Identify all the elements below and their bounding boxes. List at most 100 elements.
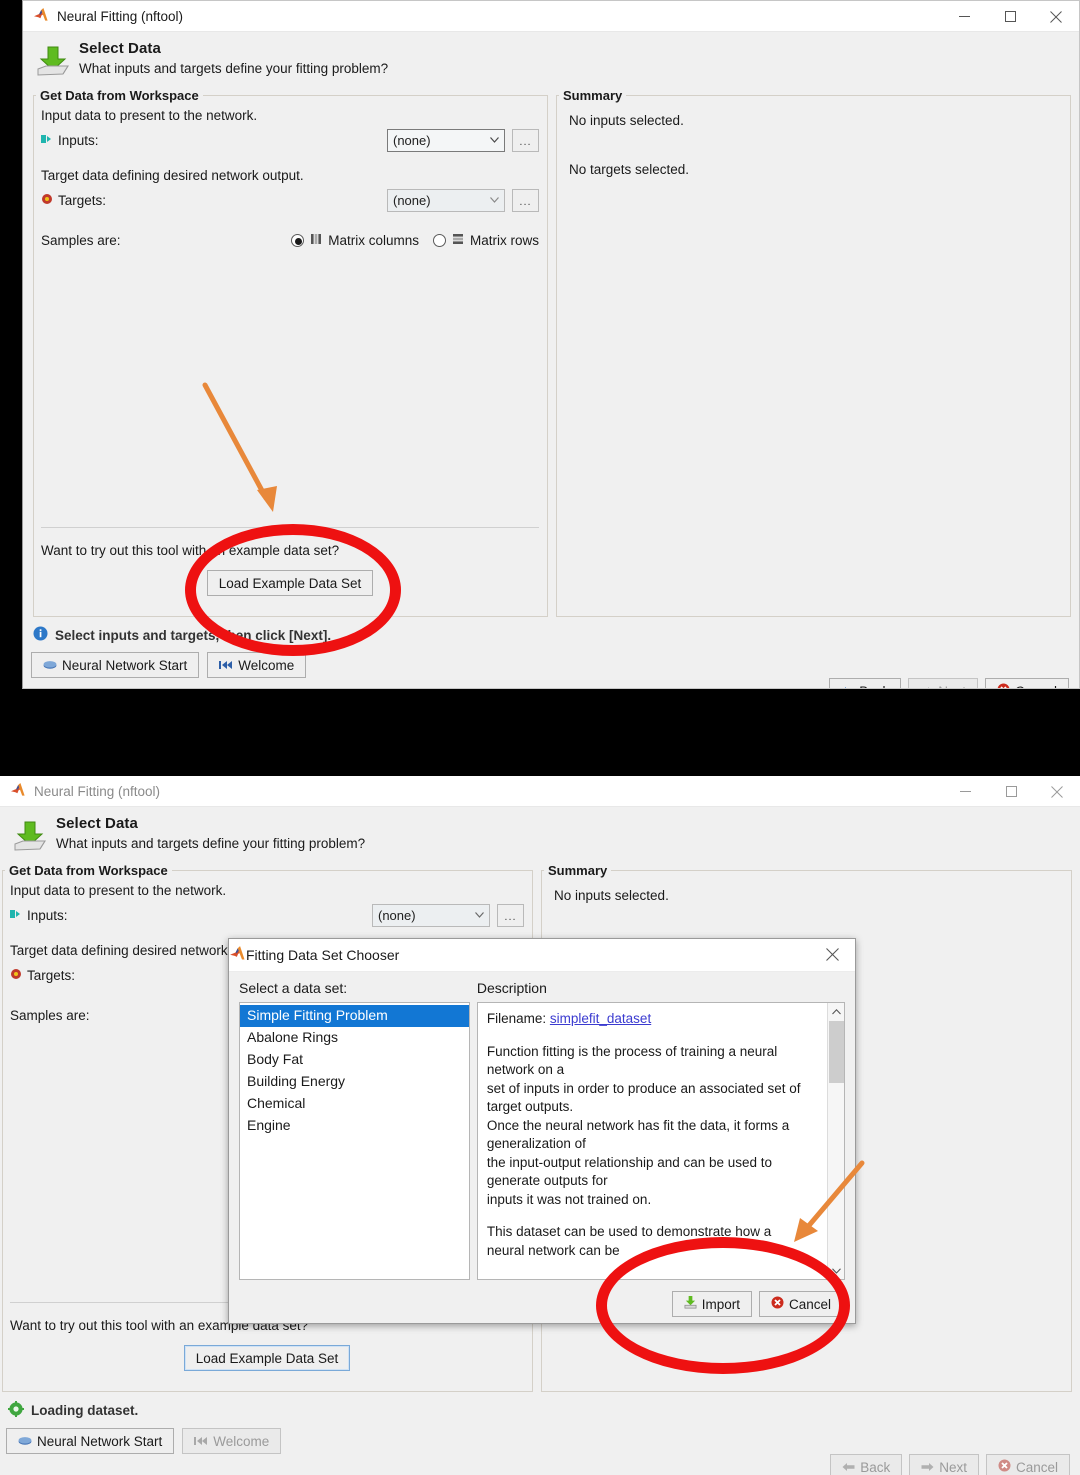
window-title: Neural Fitting (nftool) — [57, 8, 184, 24]
dialog-titlebar: Fitting Data Set Chooser — [229, 939, 855, 972]
inputs-browse-button[interactable]: ... — [497, 903, 524, 927]
filename-line: Filename: simplefit_dataset — [487, 1010, 814, 1029]
annotation-arrow-to-load-example — [202, 382, 277, 512]
back-label: Back — [859, 684, 889, 689]
group-legend: Summary — [548, 863, 608, 878]
matrix-columns-icon — [310, 233, 322, 248]
inputs-select-value: (none) — [378, 907, 416, 923]
panels-row-window1: Get Data from Workspace Input data to pr… — [23, 88, 1079, 617]
close-icon[interactable] — [1033, 1, 1079, 32]
samples-matrix-rows-radio[interactable]: Matrix rows — [432, 233, 539, 248]
welcome-label: Welcome — [213, 1433, 270, 1449]
chevron-down-icon — [469, 912, 489, 918]
neural-network-start-button[interactable]: Neural Network Start — [6, 1428, 175, 1454]
next-arrow-icon — [920, 684, 933, 688]
minimize-icon[interactable] — [941, 1, 987, 32]
back-button[interactable]: Back — [829, 678, 902, 689]
dialog-title: Fitting Data Set Chooser — [246, 947, 400, 963]
back-button: Back — [830, 1454, 903, 1475]
list-item[interactable]: Body Fat — [240, 1049, 469, 1071]
loading-icon — [8, 1401, 24, 1420]
load-example-data-set-button[interactable]: Load Example Data Set — [183, 1345, 351, 1371]
inputs-label: Inputs: — [58, 132, 99, 148]
import-data-icon — [10, 817, 50, 857]
close-icon[interactable] — [1034, 776, 1080, 807]
page-header: Select Data What inputs and targets defi… — [23, 32, 1079, 88]
samples-label: Samples are: — [41, 232, 121, 248]
inputs-select[interactable]: (none) — [387, 128, 505, 152]
neural-network-start-button[interactable]: Neural Network Start — [31, 652, 200, 678]
annotation-ellipse-import-cancel — [596, 1237, 850, 1374]
select-dataset-label: Select a data set: — [239, 980, 348, 996]
dataset-listbox[interactable]: Simple Fitting Problem Abalone Rings Body … — [239, 1002, 470, 1280]
list-item[interactable]: Building Energy — [240, 1071, 469, 1093]
nnstart-icon — [18, 1434, 32, 1449]
maximize-icon[interactable] — [988, 776, 1034, 807]
list-item[interactable]: Abalone Rings — [240, 1027, 469, 1049]
maximize-icon[interactable] — [987, 1, 1033, 32]
list-item[interactable]: Simple Fitting Problem — [240, 1005, 469, 1027]
targets-note: Target data defining desired network out… — [41, 168, 304, 183]
cancel-label: Cancel — [1015, 1459, 1058, 1475]
list-item[interactable]: Chemical — [240, 1093, 469, 1115]
matlab-icon — [10, 782, 26, 801]
inputs-row: Inputs: (none) ... — [41, 128, 539, 152]
minimize-icon[interactable] — [942, 776, 988, 807]
footer-window1: Neural Network Start Welcome Back Nex — [23, 652, 1079, 688]
scroll-up-icon[interactable] — [828, 1003, 844, 1020]
rewind-icon — [194, 1434, 208, 1449]
inputs-select-value: (none) — [393, 132, 431, 148]
targets-label: Targets: — [58, 192, 107, 208]
targets-select[interactable]: (none) — [387, 188, 505, 212]
summary-group: Summary No inputs selected. No targets s… — [556, 88, 1071, 617]
description-paragraph: Function fitting is the process of train… — [486, 1043, 801, 1207]
samples-matrix-columns-radio[interactable]: Matrix columns — [291, 233, 419, 248]
summary-inputs-status: No inputs selected. — [554, 888, 669, 903]
inputs-label-wrap: Inputs: — [41, 133, 99, 148]
matrix-columns-label: Matrix columns — [328, 232, 419, 248]
description-text: Filename: simplefit_dataset Function fit… — [478, 1003, 823, 1267]
inputs-note: Input data to present to the network. — [41, 108, 258, 123]
nnstart-icon — [43, 658, 57, 673]
radio-indicator — [291, 233, 305, 247]
matrix-rows-icon — [452, 233, 464, 248]
cancel-label: Cancel — [1015, 684, 1057, 689]
next-button: Next — [909, 1454, 979, 1475]
inputs-select[interactable]: (none) — [372, 903, 490, 927]
filename-link[interactable]: simplefit_dataset — [550, 1011, 651, 1026]
targets-label-wrap: Targets: — [41, 193, 106, 208]
annotation-ellipse-load-example — [185, 524, 401, 656]
description-label: Description — [476, 980, 547, 996]
titlebar-window1: Neural Fitting (nftool) — [23, 1, 1079, 32]
scrollbar-thumb[interactable] — [829, 1021, 844, 1083]
filename-label: Filename: — [486, 1011, 547, 1026]
inputs-note: Input data to present to the network. — [10, 883, 227, 898]
close-icon[interactable] — [809, 939, 855, 970]
back-arrow-icon — [841, 684, 854, 688]
next-label: Next — [938, 684, 966, 689]
status-text: Loading dataset. — [31, 1403, 139, 1418]
window-controls — [941, 1, 1079, 32]
neural-network-start-label: Neural Network Start — [37, 1433, 163, 1449]
matlab-icon — [229, 945, 246, 965]
welcome-label: Welcome — [238, 657, 295, 673]
import-data-icon — [33, 42, 73, 82]
targets-label-wrap: Targets: — [10, 968, 75, 983]
cancel-button: Cancel — [985, 1454, 1070, 1475]
welcome-button: Welcome — [182, 1428, 282, 1454]
footer-window2: Neural Network Start Welcome Back Next C… — [0, 1428, 1080, 1475]
window-controls — [942, 776, 1080, 807]
targets-label: Targets: — [27, 967, 76, 983]
window-title: Neural Fitting (nftool) — [34, 783, 161, 799]
targets-browse-button[interactable]: ... — [512, 188, 539, 212]
next-button: Next — [908, 678, 978, 689]
list-item[interactable]: Engine — [240, 1115, 469, 1137]
cancel-button[interactable]: Cancel — [984, 678, 1069, 689]
page-subtitle: What inputs and targets define your fitt… — [79, 61, 389, 76]
statusbar-window1: Select inputs and targets, then click [N… — [23, 626, 1079, 644]
back-label: Back — [860, 1459, 891, 1475]
inputs-browse-button[interactable]: ... — [512, 128, 539, 152]
inputs-icon — [41, 133, 53, 148]
page-subtitle: What inputs and targets define your fitt… — [56, 836, 366, 851]
inputs-label-wrap: Inputs: — [10, 908, 68, 923]
